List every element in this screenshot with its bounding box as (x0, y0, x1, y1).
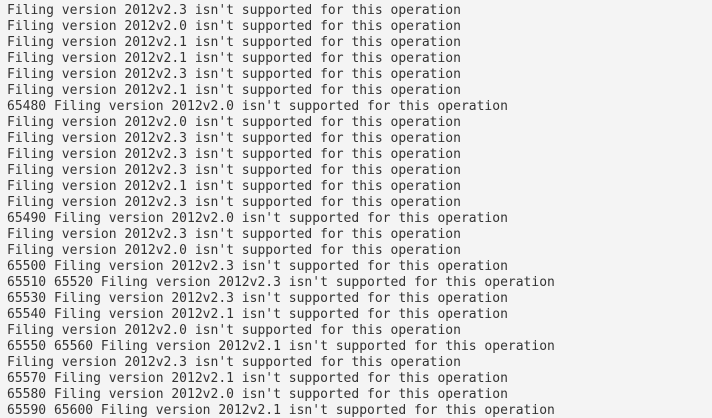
console-line: Filing version 2012v2.3 isn't supported … (7, 163, 461, 178)
console-line: Filing version 2012v2.1 isn't supported … (7, 51, 461, 66)
console-line: Filing version 2012v2.0 isn't supported … (7, 19, 461, 34)
console-line: 65500 Filing version 2012v2.3 isn't supp… (7, 259, 508, 274)
console-line: Filing version 2012v2.1 isn't supported … (7, 35, 461, 50)
console-line: 65590 65600 Filing version 2012v2.1 isn'… (7, 403, 555, 418)
console-line: Filing version 2012v2.3 isn't supported … (7, 3, 461, 18)
console-line: 65580 Filing version 2012v2.0 isn't supp… (7, 387, 508, 402)
console-line: 65530 Filing version 2012v2.3 isn't supp… (7, 291, 508, 306)
console-line: Filing version 2012v2.3 isn't supported … (7, 67, 461, 82)
console-line: Filing version 2012v2.0 isn't supported … (7, 115, 461, 130)
console-line: Filing version 2012v2.3 isn't supported … (7, 131, 461, 146)
console-line: Filing version 2012v2.0 isn't supported … (7, 243, 461, 258)
console-line: 65550 65560 Filing version 2012v2.1 isn'… (7, 339, 555, 354)
console-line: 65480 Filing version 2012v2.0 isn't supp… (7, 99, 508, 114)
console-line: Filing version 2012v2.3 isn't supported … (7, 195, 461, 210)
console-line: Filing version 2012v2.1 isn't supported … (7, 179, 461, 194)
console-output: Filing version 2012v2.3 isn't supported … (0, 0, 712, 418)
console-line: Filing version 2012v2.0 isn't supported … (7, 323, 461, 338)
console-line: Filing version 2012v2.3 isn't supported … (7, 147, 461, 162)
console-line: 65490 Filing version 2012v2.0 isn't supp… (7, 211, 508, 226)
console-line: Filing version 2012v2.3 isn't supported … (7, 355, 461, 370)
console-line: 65540 Filing version 2012v2.1 isn't supp… (7, 307, 508, 322)
console-line: Filing version 2012v2.1 isn't supported … (7, 83, 461, 98)
console-line: 65510 65520 Filing version 2012v2.3 isn'… (7, 275, 555, 290)
console-line: Filing version 2012v2.3 isn't supported … (7, 227, 461, 242)
console-line: 65570 Filing version 2012v2.1 isn't supp… (7, 371, 508, 386)
